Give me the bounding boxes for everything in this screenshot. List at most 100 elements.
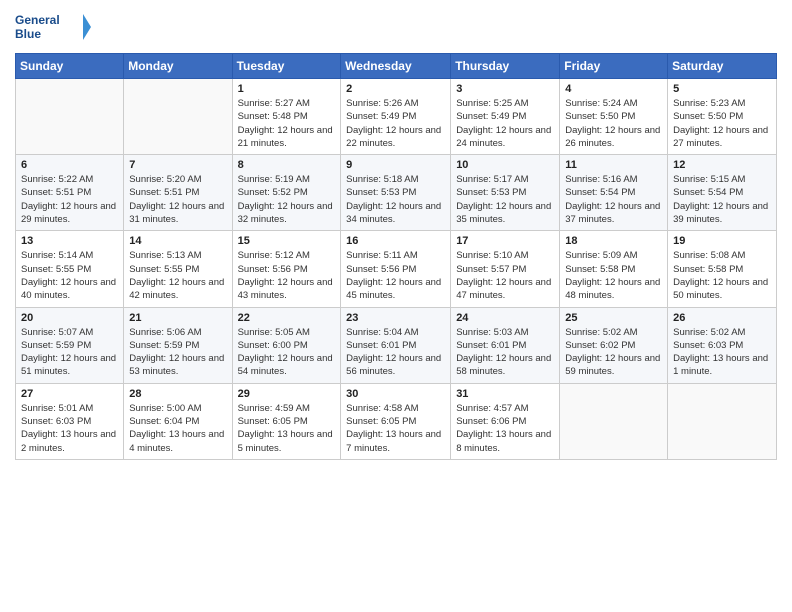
day-info: Sunrise: 5:06 AM Sunset: 5:59 PM Dayligh… bbox=[129, 326, 226, 379]
calendar-day-cell: 15Sunrise: 5:12 AM Sunset: 5:56 PM Dayli… bbox=[232, 231, 341, 307]
day-number: 7 bbox=[129, 159, 226, 171]
calendar-week-row: 27Sunrise: 5:01 AM Sunset: 6:03 PM Dayli… bbox=[16, 383, 777, 459]
weekday-header: Monday bbox=[124, 54, 232, 79]
day-number: 12 bbox=[673, 159, 771, 171]
day-number: 19 bbox=[673, 235, 771, 247]
calendar-day-cell: 2 Sunrise: 5:26 AM Sunset: 5:49 PM Daylig… bbox=[341, 79, 451, 155]
calendar-day-cell: 13 Sunrise: 5:14 AM Sunset: 5:55 PM Dayli… bbox=[16, 231, 124, 307]
day-info: Sunrise: 4:59 AM Sunset: 6:05 PM Dayligh… bbox=[238, 402, 336, 455]
page: General Blue SundayMondayTuesdayWednesda… bbox=[0, 0, 792, 612]
day-number: 5 bbox=[673, 83, 771, 95]
day-number: 8 bbox=[238, 159, 336, 171]
day-info: Sunrise: 5:17 AM Sunset: 5:53 PM Dayligh… bbox=[456, 173, 554, 226]
calendar-day-cell bbox=[560, 383, 668, 459]
day-info: Sunrise: 5:12 AM Sunset: 5:56 PM Dayligh… bbox=[238, 249, 336, 302]
weekday-header: Tuesday bbox=[232, 54, 341, 79]
day-number: 11 bbox=[565, 159, 662, 171]
day-info: Sunrise: 5:04 AM Sunset: 6:01 PM Dayligh… bbox=[346, 326, 445, 379]
calendar-day-cell: 21Sunrise: 5:06 AM Sunset: 5:59 PM Dayli… bbox=[124, 307, 232, 383]
calendar-day-cell: 8 Sunrise: 5:19 AM Sunset: 5:52 PM Daylig… bbox=[232, 155, 341, 231]
day-info: Sunrise: 5:13 AM Sunset: 5:55 PM Dayligh… bbox=[129, 249, 226, 302]
day-info: Sunrise: 5:11 AM Sunset: 5:56 PM Dayligh… bbox=[346, 249, 445, 302]
calendar-day-cell: 12 Sunrise: 5:15 AM Sunset: 5:54 PM Dayli… bbox=[668, 155, 777, 231]
day-info: Sunrise: 5:20 AM Sunset: 5:51 PM Dayligh… bbox=[129, 173, 226, 226]
calendar-day-cell: 22 Sunrise: 5:05 AM Sunset: 6:00 PM Dayli… bbox=[232, 307, 341, 383]
calendar-day-cell: 29 Sunrise: 4:59 AM Sunset: 6:05 PM Dayli… bbox=[232, 383, 341, 459]
day-number: 27 bbox=[21, 388, 118, 400]
day-info: Sunrise: 5:10 AM Sunset: 5:57 PM Dayligh… bbox=[456, 249, 554, 302]
calendar-day-cell: 11 Sunrise: 5:16 AM Sunset: 5:54 PM Dayli… bbox=[560, 155, 668, 231]
header: General Blue bbox=[15, 10, 777, 45]
day-number: 25 bbox=[565, 312, 662, 324]
day-number: 2 bbox=[346, 83, 445, 95]
calendar-week-row: 1 Sunrise: 5:27 AM Sunset: 5:48 PM Daylig… bbox=[16, 79, 777, 155]
calendar-day-cell: 18 Sunrise: 5:09 AM Sunset: 5:58 PM Dayli… bbox=[560, 231, 668, 307]
calendar-day-cell bbox=[668, 383, 777, 459]
svg-text:Blue: Blue bbox=[15, 27, 41, 41]
weekday-header: Wednesday bbox=[341, 54, 451, 79]
calendar-day-cell: 7 Sunrise: 5:20 AM Sunset: 5:51 PM Daylig… bbox=[124, 155, 232, 231]
day-number: 24 bbox=[456, 312, 554, 324]
day-number: 28 bbox=[129, 388, 226, 400]
day-info: Sunrise: 5:24 AM Sunset: 5:50 PM Dayligh… bbox=[565, 97, 662, 150]
calendar-day-cell: 24 Sunrise: 5:03 AM Sunset: 6:01 PM Dayli… bbox=[451, 307, 560, 383]
calendar-day-cell: 31 Sunrise: 4:57 AM Sunset: 6:06 PM Dayli… bbox=[451, 383, 560, 459]
day-info: Sunrise: 5:27 AM Sunset: 5:48 PM Dayligh… bbox=[238, 97, 336, 150]
logo-svg: General Blue bbox=[15, 10, 95, 45]
weekday-header: Thursday bbox=[451, 54, 560, 79]
calendar-day-cell: 5Sunrise: 5:23 AM Sunset: 5:50 PM Daylig… bbox=[668, 79, 777, 155]
calendar-day-cell: 17 Sunrise: 5:10 AM Sunset: 5:57 PM Dayli… bbox=[451, 231, 560, 307]
calendar-day-cell: 20 Sunrise: 5:07 AM Sunset: 5:59 PM Dayli… bbox=[16, 307, 124, 383]
day-info: Sunrise: 5:18 AM Sunset: 5:53 PM Dayligh… bbox=[346, 173, 445, 226]
calendar-day-cell: 10 Sunrise: 5:17 AM Sunset: 5:53 PM Dayli… bbox=[451, 155, 560, 231]
calendar-day-cell: 23 Sunrise: 5:04 AM Sunset: 6:01 PM Dayli… bbox=[341, 307, 451, 383]
day-info: Sunrise: 5:15 AM Sunset: 5:54 PM Dayligh… bbox=[673, 173, 771, 226]
calendar-week-row: 20 Sunrise: 5:07 AM Sunset: 5:59 PM Dayli… bbox=[16, 307, 777, 383]
day-info: Sunrise: 5:26 AM Sunset: 5:49 PM Dayligh… bbox=[346, 97, 445, 150]
calendar-day-cell: 9 Sunrise: 5:18 AM Sunset: 5:53 PM Daylig… bbox=[341, 155, 451, 231]
day-number: 13 bbox=[21, 235, 118, 247]
day-number: 17 bbox=[456, 235, 554, 247]
day-number: 16 bbox=[346, 235, 445, 247]
day-number: 31 bbox=[456, 388, 554, 400]
day-info: Sunrise: 5:03 AM Sunset: 6:01 PM Dayligh… bbox=[456, 326, 554, 379]
day-number: 6 bbox=[21, 159, 118, 171]
calendar-day-cell: 27Sunrise: 5:01 AM Sunset: 6:03 PM Dayli… bbox=[16, 383, 124, 459]
calendar-week-row: 6 Sunrise: 5:22 AM Sunset: 5:51 PM Daylig… bbox=[16, 155, 777, 231]
weekday-header: Friday bbox=[560, 54, 668, 79]
svg-text:General: General bbox=[15, 13, 60, 27]
day-info: Sunrise: 5:08 AM Sunset: 5:58 PM Dayligh… bbox=[673, 249, 771, 302]
day-info: Sunrise: 5:05 AM Sunset: 6:00 PM Dayligh… bbox=[238, 326, 336, 379]
day-info: Sunrise: 5:09 AM Sunset: 5:58 PM Dayligh… bbox=[565, 249, 662, 302]
calendar-day-cell: 1 Sunrise: 5:27 AM Sunset: 5:48 PM Daylig… bbox=[232, 79, 341, 155]
day-number: 3 bbox=[456, 83, 554, 95]
calendar-day-cell: 26Sunrise: 5:02 AM Sunset: 6:03 PM Dayli… bbox=[668, 307, 777, 383]
calendar-day-cell: 19 Sunrise: 5:08 AM Sunset: 5:58 PM Dayli… bbox=[668, 231, 777, 307]
calendar-day-cell: 3 Sunrise: 5:25 AM Sunset: 5:49 PM Daylig… bbox=[451, 79, 560, 155]
day-info: Sunrise: 5:07 AM Sunset: 5:59 PM Dayligh… bbox=[21, 326, 118, 379]
day-number: 26 bbox=[673, 312, 771, 324]
day-number: 9 bbox=[346, 159, 445, 171]
day-number: 1 bbox=[238, 83, 336, 95]
calendar-day-cell: 25Sunrise: 5:02 AM Sunset: 6:02 PM Dayli… bbox=[560, 307, 668, 383]
weekday-header-row: SundayMondayTuesdayWednesdayThursdayFrid… bbox=[16, 54, 777, 79]
day-info: Sunrise: 5:14 AM Sunset: 5:55 PM Dayligh… bbox=[21, 249, 118, 302]
day-info: Sunrise: 5:19 AM Sunset: 5:52 PM Dayligh… bbox=[238, 173, 336, 226]
day-info: Sunrise: 5:16 AM Sunset: 5:54 PM Dayligh… bbox=[565, 173, 662, 226]
calendar-week-row: 13 Sunrise: 5:14 AM Sunset: 5:55 PM Dayli… bbox=[16, 231, 777, 307]
day-info: Sunrise: 5:22 AM Sunset: 5:51 PM Dayligh… bbox=[21, 173, 118, 226]
weekday-header: Sunday bbox=[16, 54, 124, 79]
day-number: 29 bbox=[238, 388, 336, 400]
calendar-day-cell: 28Sunrise: 5:00 AM Sunset: 6:04 PM Dayli… bbox=[124, 383, 232, 459]
weekday-header: Saturday bbox=[668, 54, 777, 79]
day-number: 4 bbox=[565, 83, 662, 95]
day-info: Sunrise: 5:25 AM Sunset: 5:49 PM Dayligh… bbox=[456, 97, 554, 150]
day-number: 18 bbox=[565, 235, 662, 247]
day-info: Sunrise: 4:57 AM Sunset: 6:06 PM Dayligh… bbox=[456, 402, 554, 455]
day-number: 22 bbox=[238, 312, 336, 324]
day-number: 20 bbox=[21, 312, 118, 324]
day-number: 10 bbox=[456, 159, 554, 171]
calendar-day-cell bbox=[16, 79, 124, 155]
day-number: 23 bbox=[346, 312, 445, 324]
calendar-day-cell: 14Sunrise: 5:13 AM Sunset: 5:55 PM Dayli… bbox=[124, 231, 232, 307]
